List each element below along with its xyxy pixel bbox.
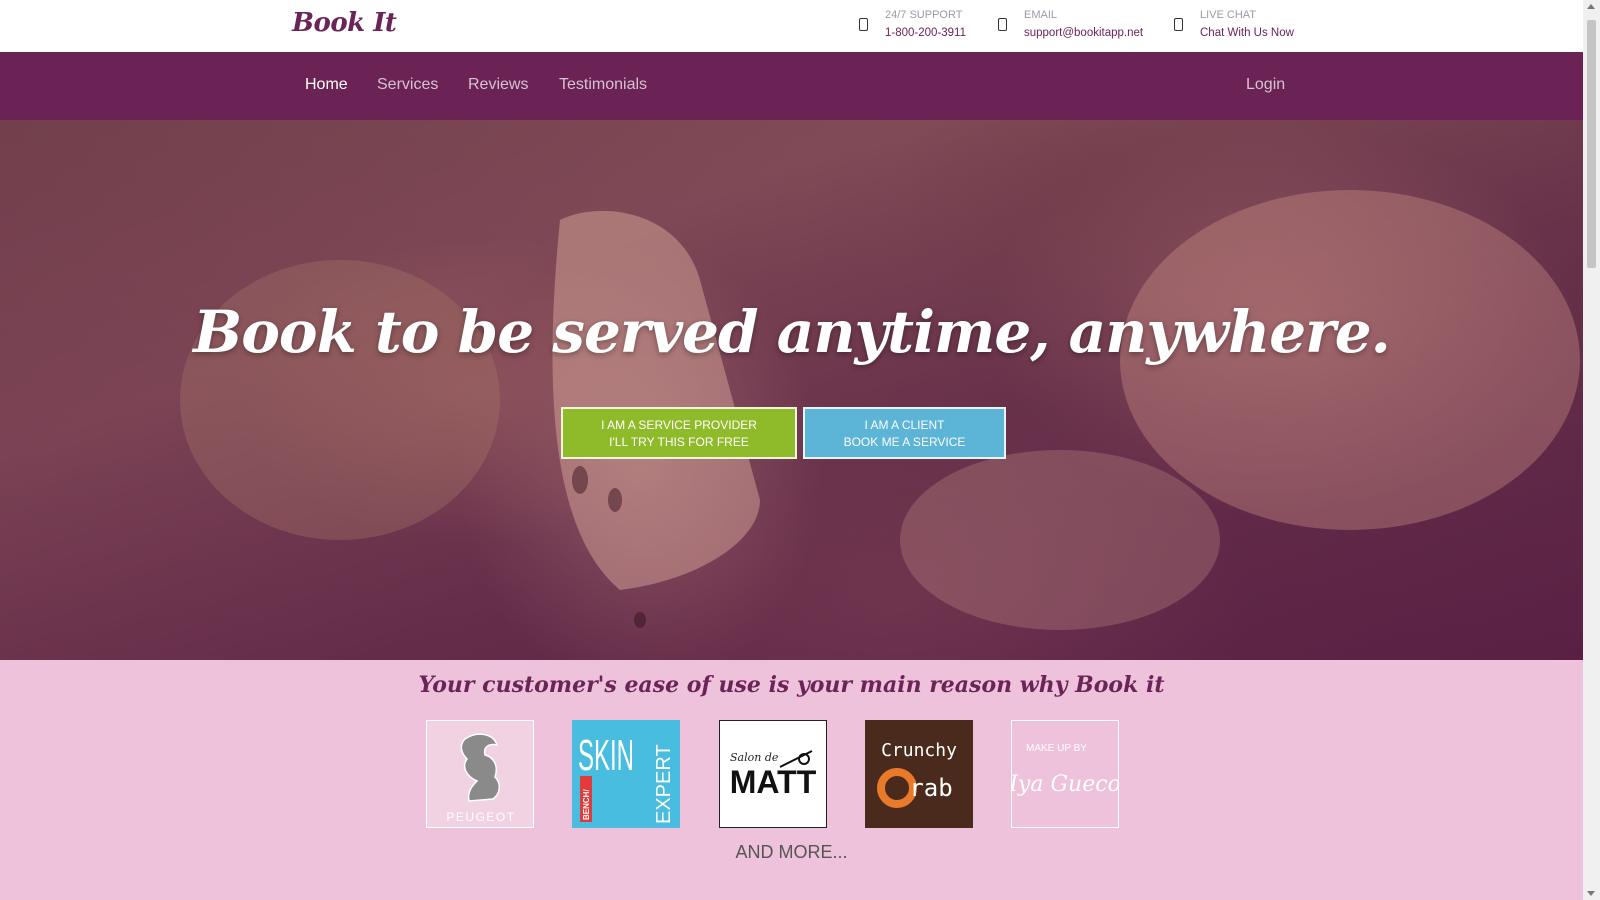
nav-services[interactable]: Services	[377, 76, 438, 94]
chat-icon	[1174, 18, 1183, 31]
service-provider-button-line1: I AM A SERVICE PROVIDER	[601, 418, 757, 432]
crunchy-crab-mark: Crunchy rab	[877, 740, 957, 808]
brand-tag-bench: BENCH/	[582, 789, 591, 820]
live-chat-link[interactable]: Chat With Us Now	[1200, 27, 1294, 39]
brand-name-crunchy: Crunchy	[881, 740, 957, 761]
email-address[interactable]: support@bookitapp.net	[1024, 27, 1143, 39]
brand-name-peugeot: PEUGEOT	[446, 810, 515, 824]
clients-section: Your customer's ease of use is your main…	[0, 660, 1583, 900]
iya-gueco-mark: MAKE UP BY Iya Gueco	[1012, 743, 1118, 797]
service-provider-button[interactable]: I AM A SERVICE PROVIDER I'LL TRY THIS FO…	[561, 407, 797, 459]
clients-title: Your customer's ease of use is your main…	[418, 672, 1165, 698]
client-button-line1: I AM A CLIENT	[864, 418, 945, 432]
page: Book It 24/7 SUPPORT 1-800-200-3911 EMAI…	[0, 0, 1583, 900]
client-button[interactable]: I AM A CLIENT BOOK ME A SERVICE	[803, 407, 1006, 459]
hero-background-image	[180, 190, 1580, 630]
brand-name-iya-gueco: Iya Gueco	[1012, 772, 1118, 797]
page-scrollbar[interactable]	[1583, 0, 1600, 900]
hero-banner: Book to be served anytime, anywhere. I A…	[0, 120, 1583, 660]
hero-title: Book to be served anytime, anywhere.	[193, 298, 1391, 366]
email-icon	[998, 18, 1007, 31]
brand-prefix-salon: Salon de	[730, 751, 779, 764]
service-provider-button-line2: I'LL TRY THIS FOR FREE	[609, 435, 749, 449]
brand-prefix-makeup: MAKE UP BY	[1026, 743, 1087, 754]
nav-home[interactable]: Home	[305, 76, 348, 94]
brand-logo-iya-gueco: MAKE UP BY Iya Gueco	[1011, 720, 1119, 828]
support-phone[interactable]: 1-800-200-3911	[885, 27, 966, 39]
brand-sub-expert: EXPERT	[653, 744, 675, 824]
brand-logo-salon-de-matt: Salon de MATT	[719, 720, 827, 828]
main-nav: Home Services Reviews Testimonials Login	[0, 52, 1583, 120]
phone-icon	[859, 18, 868, 31]
scroll-thumb[interactable]	[1587, 20, 1596, 268]
brand-sub-rab: rab	[909, 774, 952, 802]
skin-expert-mark: SKIN BENCH/ EXPERT	[578, 731, 675, 824]
nav-testimonials[interactable]: Testimonials	[559, 76, 647, 94]
logo[interactable]: Book It	[292, 8, 397, 38]
scroll-down-icon[interactable]	[1587, 891, 1595, 896]
brand-logo-skin-expert: SKIN BENCH/ EXPERT	[572, 720, 680, 828]
client-button-line2: BOOK ME A SERVICE	[843, 435, 966, 449]
email-label: EMAIL	[1024, 9, 1058, 21]
live-chat-label: LIVE CHAT	[1200, 9, 1257, 21]
brand-name-skin: SKIN	[578, 731, 634, 780]
and-more-text: AND MORE...	[735, 842, 848, 862]
brand-name-matt: MATT	[730, 764, 817, 800]
support-label: 24/7 SUPPORT	[885, 9, 963, 21]
nav-reviews[interactable]: Reviews	[468, 76, 528, 94]
brand-logo-crunchy-crab: Crunchy rab	[865, 720, 973, 828]
top-bar: Book It 24/7 SUPPORT 1-800-200-3911 EMAI…	[0, 0, 1583, 52]
nav-login[interactable]: Login	[1246, 76, 1285, 94]
brand-logo-peugeot: PEUGEOT	[426, 720, 534, 828]
scroll-up-icon[interactable]	[1587, 4, 1595, 9]
peugeot-lion-icon: PEUGEOT	[446, 733, 515, 824]
salon-de-matt-mark: Salon de MATT	[730, 750, 817, 800]
